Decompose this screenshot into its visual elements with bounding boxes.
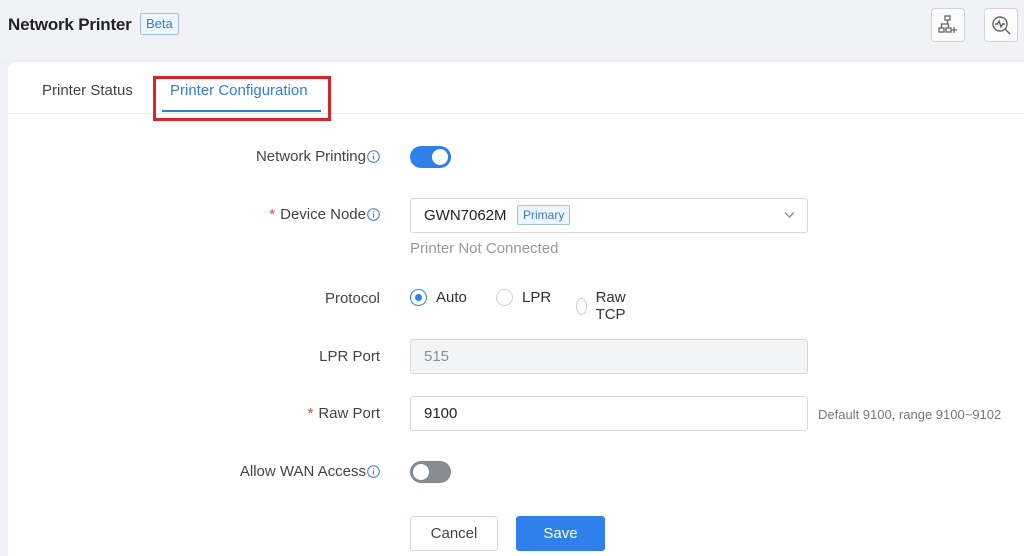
lpr-port-label: LPR Port bbox=[319, 348, 380, 365]
raw-port-label: * Raw Port bbox=[307, 405, 380, 422]
radio-circle bbox=[576, 297, 587, 315]
toggle-knob bbox=[432, 149, 448, 165]
protocol-radio-raw-tcp[interactable]: Raw TCP bbox=[576, 289, 632, 323]
raw-port-input[interactable]: 9100 bbox=[410, 396, 808, 431]
info-icon[interactable] bbox=[367, 208, 380, 221]
required-asterisk: * bbox=[307, 405, 314, 422]
protocol-radio-auto[interactable]: Auto bbox=[410, 289, 467, 306]
protocol-label: Protocol bbox=[324, 290, 380, 307]
device-node-select[interactable]: GWN7062M Primary bbox=[410, 198, 808, 233]
device-node-helper-text: Printer Not Connected bbox=[410, 240, 559, 257]
annotation-highlight-box bbox=[153, 76, 331, 121]
protocol-radio-lpr[interactable]: LPR bbox=[496, 289, 551, 306]
page-header: Network Printer Beta bbox=[0, 0, 1024, 60]
primary-badge: Primary bbox=[517, 205, 571, 225]
save-button[interactable]: Save bbox=[516, 516, 605, 551]
beta-badge: Beta bbox=[140, 13, 179, 35]
network-printing-toggle[interactable] bbox=[410, 146, 451, 168]
device-node-value: GWN7062M bbox=[424, 207, 507, 224]
tab-printer-status[interactable]: Printer Status bbox=[42, 82, 133, 99]
device-node-label: * Device Node bbox=[8, 206, 380, 223]
diagnose-icon bbox=[992, 16, 1011, 35]
cancel-button[interactable]: Cancel bbox=[410, 516, 498, 551]
chevron-down-icon bbox=[784, 212, 795, 218]
topology-add-button[interactable] bbox=[931, 8, 965, 42]
lpr-port-input: 515 bbox=[410, 339, 808, 374]
info-icon[interactable] bbox=[367, 465, 380, 478]
allow-wan-access-toggle[interactable] bbox=[410, 461, 451, 483]
config-card: Printer Status Printer Configuration Net… bbox=[8, 62, 1024, 556]
raw-port-hint: Default 9100, range 9100~9102 bbox=[818, 407, 1002, 422]
allow-wan-access-label: Allow WAN Access bbox=[8, 463, 380, 480]
info-icon[interactable] bbox=[367, 150, 380, 163]
radio-circle bbox=[410, 289, 427, 306]
page-title: Network Printer bbox=[8, 15, 132, 34]
required-asterisk: * bbox=[269, 206, 276, 223]
topology-add-icon bbox=[938, 15, 957, 33]
network-printing-label: Network Printing bbox=[8, 148, 380, 165]
toggle-knob bbox=[413, 464, 429, 480]
radio-circle bbox=[496, 289, 513, 306]
diagnose-button[interactable] bbox=[984, 8, 1018, 42]
tab-bar: Printer Status Printer Configuration bbox=[8, 62, 1024, 121]
